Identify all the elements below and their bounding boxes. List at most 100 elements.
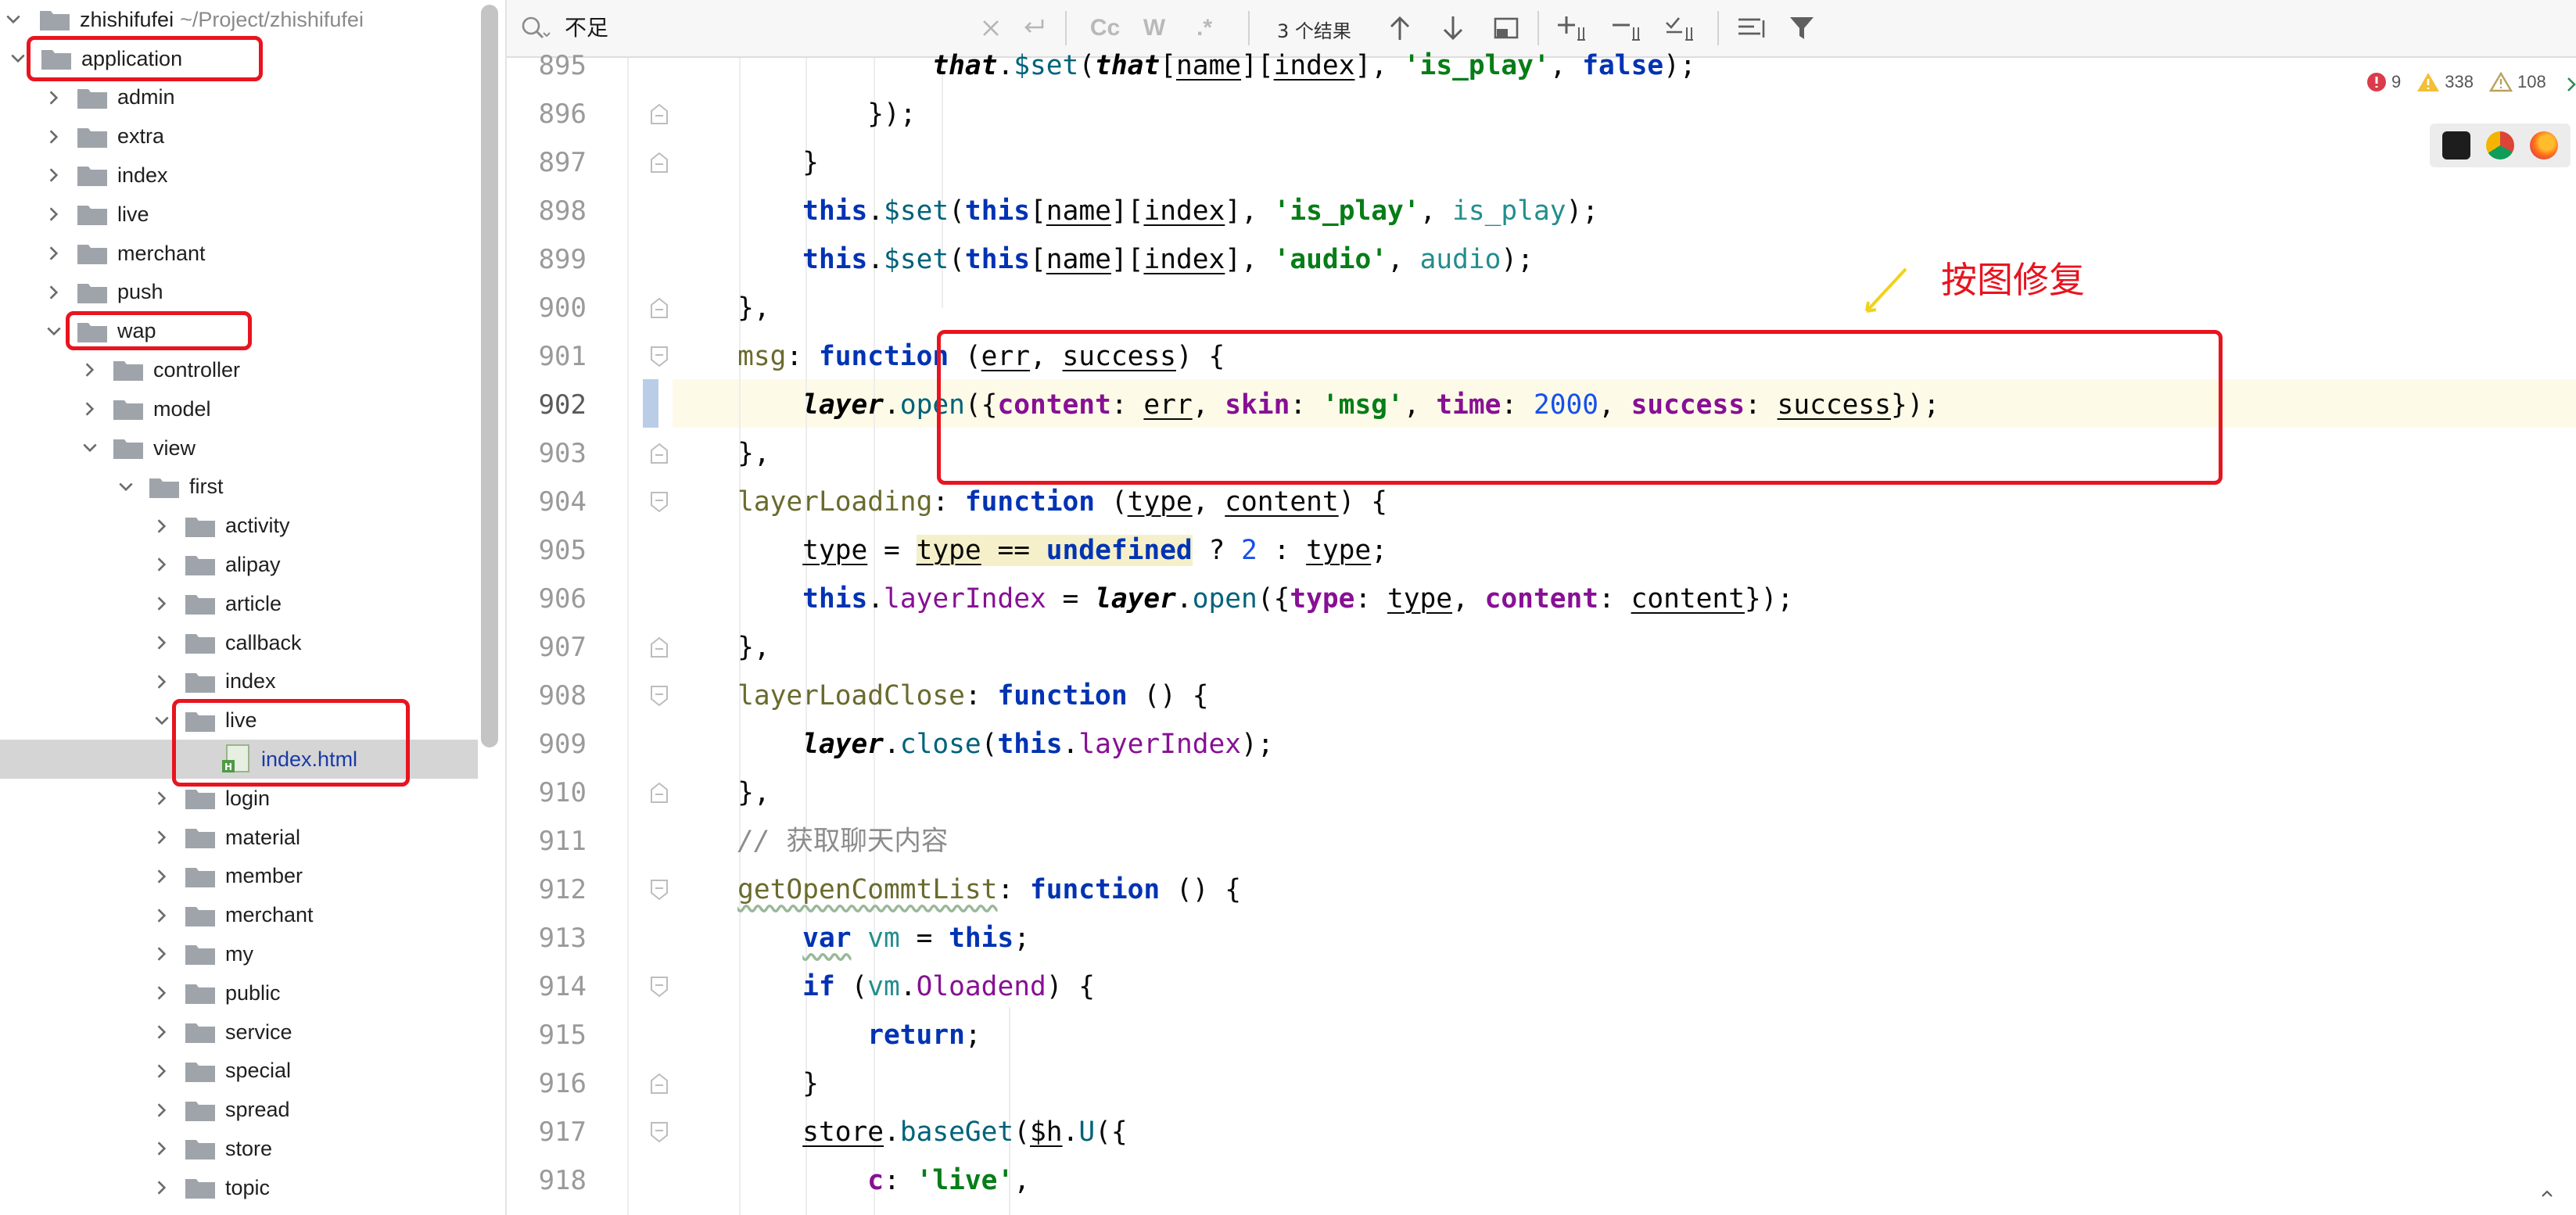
fold-end-icon[interactable] <box>649 782 669 804</box>
chevron-right-icon[interactable] <box>152 1022 172 1042</box>
chevron-right-icon[interactable] <box>152 788 172 808</box>
chevron-right-icon[interactable] <box>44 243 64 263</box>
line-number[interactable]: 908 <box>507 672 587 720</box>
line-number[interactable]: 905 <box>507 526 587 575</box>
fold-end-icon[interactable] <box>649 443 669 464</box>
fold-start-icon[interactable] <box>649 491 669 513</box>
match-case-toggle[interactable]: Cc <box>1085 13 1125 44</box>
chevron-right-icon[interactable] <box>44 282 64 303</box>
chevron-right-icon[interactable] <box>152 1061 172 1081</box>
vcs-change-marker[interactable] <box>643 379 658 428</box>
line-number[interactable]: 915 <box>507 1011 587 1059</box>
line-number[interactable]: 917 <box>507 1108 587 1156</box>
line-number[interactable]: 896 <box>507 90 587 138</box>
fold-end-icon[interactable] <box>649 297 669 319</box>
select-all-occurrences-icon[interactable] <box>1664 13 1700 44</box>
chevron-right-icon[interactable] <box>44 165 64 185</box>
tree-item-admin[interactable]: admin <box>0 78 478 117</box>
line-number[interactable]: 907 <box>507 623 587 672</box>
chevron-down-icon[interactable] <box>8 48 28 69</box>
chevron-down-icon[interactable] <box>3 9 23 30</box>
line-number[interactable]: 912 <box>507 866 587 914</box>
tree-item-alipay[interactable]: alipay <box>0 545 478 584</box>
chevron-right-icon[interactable] <box>152 516 172 536</box>
tree-item-index[interactable]: index <box>0 156 478 195</box>
chevron-right-icon[interactable] <box>80 399 100 419</box>
line-number[interactable]: 897 <box>507 138 587 187</box>
open-in-window-icon[interactable] <box>1491 13 1522 44</box>
chevron-right-icon[interactable] <box>152 827 172 848</box>
chevron-right-icon[interactable] <box>152 1177 172 1198</box>
fold-start-icon[interactable] <box>649 1121 669 1143</box>
tree-item-topic[interactable]: topic <box>0 1168 478 1207</box>
fold-end-icon[interactable] <box>649 152 669 174</box>
tree-item-material[interactable]: material <box>0 818 478 857</box>
chevron-right-icon[interactable] <box>44 127 64 147</box>
weak-warnings-indicator[interactable]: 108 <box>2488 72 2546 92</box>
chevron-down-icon[interactable] <box>152 711 172 731</box>
remove-occurrence-icon[interactable] <box>1611 13 1647 44</box>
tree-item-index[interactable]: index <box>0 662 478 701</box>
tree-item-first[interactable]: first <box>0 468 478 507</box>
search-icon[interactable] <box>518 13 552 44</box>
phpstorm-icon[interactable] <box>2442 131 2470 159</box>
inspection-widget[interactable]: 9 338 108 <box>2366 72 2556 92</box>
chevron-down-icon[interactable] <box>80 438 100 458</box>
chevron-right-icon[interactable] <box>152 554 172 575</box>
chevron-right-icon[interactable] <box>152 866 172 887</box>
fold-start-icon[interactable] <box>649 976 669 998</box>
add-occurrence-icon[interactable] <box>1556 13 1592 44</box>
arrow-up-icon[interactable] <box>1384 13 1415 44</box>
chevron-right-icon[interactable] <box>152 1100 172 1120</box>
words-toggle[interactable]: W <box>1139 13 1170 44</box>
chevron-right-icon[interactable] <box>44 88 64 108</box>
line-number[interactable]: 895 <box>507 41 587 90</box>
fold-end-icon[interactable] <box>649 1073 669 1095</box>
fold-end-icon[interactable] <box>649 636 669 658</box>
filter-icon[interactable] <box>1786 13 1817 44</box>
chevron-right-icon[interactable] <box>152 633 172 653</box>
tree-item-live[interactable]: live <box>0 195 478 234</box>
chevron-right-icon[interactable] <box>152 944 172 964</box>
tree-item-service[interactable]: service <box>0 1012 478 1052</box>
line-number[interactable]: 903 <box>507 429 587 478</box>
errors-indicator[interactable]: 9 <box>2366 72 2401 92</box>
line-number[interactable]: 918 <box>507 1156 587 1205</box>
tree-item-public[interactable]: public <box>0 973 478 1012</box>
chevron-right-icon[interactable] <box>152 1138 172 1159</box>
chevron-down-icon[interactable] <box>44 321 64 342</box>
project-scrollbar[interactable] <box>481 5 498 747</box>
chrome-icon[interactable] <box>2486 131 2514 159</box>
line-number[interactable]: 911 <box>507 817 587 866</box>
tree-item-merchant[interactable]: merchant <box>0 896 478 935</box>
tree-item-push[interactable]: push <box>0 273 478 312</box>
line-number[interactable]: 910 <box>507 769 587 817</box>
chevron-right-icon[interactable] <box>80 360 100 380</box>
clear-search-icon[interactable] <box>978 13 1004 44</box>
chevron-right-icon[interactable] <box>152 983 172 1003</box>
line-number[interactable]: 916 <box>507 1059 587 1108</box>
tree-item-store[interactable]: store <box>0 1129 478 1168</box>
fold-start-icon[interactable] <box>649 346 669 367</box>
line-number[interactable]: 902 <box>507 381 587 429</box>
tree-item-member[interactable]: member <box>0 857 478 896</box>
chevron-right-icon[interactable] <box>152 905 172 926</box>
tree-item-model[interactable]: model <box>0 389 478 428</box>
line-number[interactable]: 904 <box>507 478 587 526</box>
tree-item-activity[interactable]: activity <box>0 507 478 546</box>
chevron-right-icon[interactable] <box>2567 75 2576 94</box>
line-number[interactable]: 898 <box>507 187 587 235</box>
tree-item-spread[interactable]: spread <box>0 1091 478 1130</box>
fold-end-icon[interactable] <box>649 103 669 125</box>
arrow-down-icon[interactable] <box>1437 13 1469 44</box>
line-number[interactable]: 909 <box>507 720 587 769</box>
tree-item-merchant[interactable]: merchant <box>0 234 478 273</box>
fold-start-icon[interactable] <box>649 685 669 707</box>
tree-item-special[interactable]: special <box>0 1052 478 1091</box>
tree-item-my[interactable]: my <box>0 934 478 973</box>
chevron-right-icon[interactable] <box>44 204 64 224</box>
chevron-right-icon[interactable] <box>152 593 172 614</box>
warnings-indicator[interactable]: 338 <box>2416 72 2474 92</box>
tree-item-controller[interactable]: controller <box>0 350 478 389</box>
line-number[interactable]: 914 <box>507 962 587 1011</box>
